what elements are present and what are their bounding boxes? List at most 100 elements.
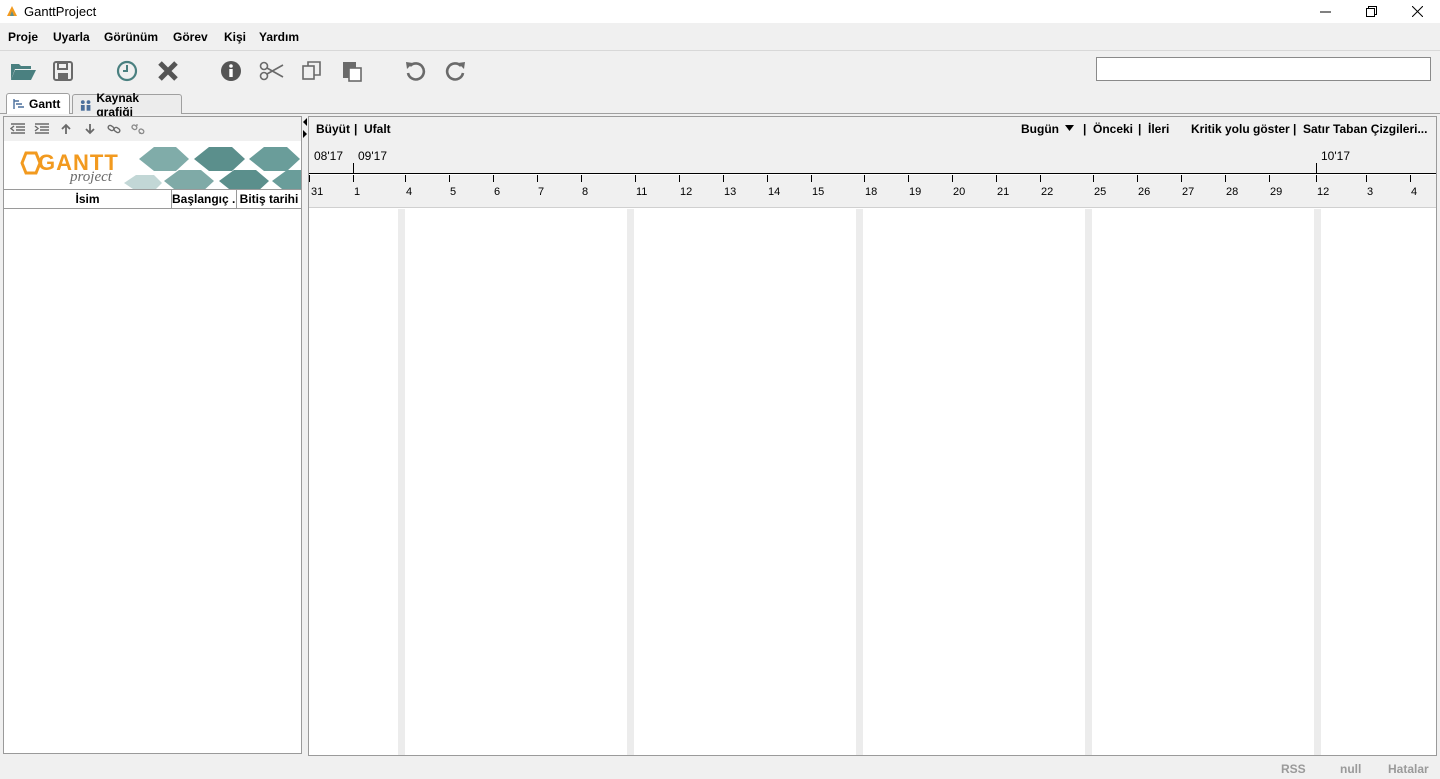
cut-icon[interactable] <box>257 57 287 85</box>
window-title: GanttProject <box>24 4 97 19</box>
rss-link[interactable]: RSS <box>1281 762 1306 776</box>
tab-gantt-label: Gantt <box>29 97 61 111</box>
next-button[interactable]: İleri <box>1148 122 1169 136</box>
errors-link[interactable]: Hatalar <box>1388 762 1429 776</box>
day-label: 26 <box>1138 186 1151 198</box>
day-tick <box>767 175 768 182</box>
task-tree-panel: GANTT project İsim Başlangıç ... Bitiş t… <box>3 116 302 754</box>
day-tick <box>581 175 582 182</box>
separator: | <box>1293 122 1297 136</box>
gantt-chart-panel: Büyüt | Ufalt Bugün | Önceki | İleri Kri… <box>308 116 1437 756</box>
gantt-tab-icon <box>13 99 24 109</box>
day-tick <box>1366 175 1367 182</box>
menu-uyarla[interactable]: Uyarla <box>53 30 90 44</box>
day-tick <box>405 175 406 182</box>
critical-path-button[interactable]: Kritik yolu göster <box>1191 122 1290 136</box>
zoom-out-button[interactable]: Ufalt <box>364 122 391 136</box>
status-null-text: null <box>1340 762 1362 776</box>
day-label: 4 <box>1411 186 1418 198</box>
day-tick <box>1269 175 1270 182</box>
restore-button[interactable] <box>1348 0 1394 23</box>
menu-kisi[interactable]: Kişi <box>224 30 246 44</box>
day-label: 20 <box>953 186 966 198</box>
tab-gantt[interactable]: Gantt <box>6 93 70 114</box>
day-label: 11 <box>636 186 648 198</box>
day-label: 3 <box>1367 186 1374 198</box>
unlink-icon[interactable] <box>128 121 148 137</box>
close-window-button[interactable] <box>1394 0 1440 23</box>
month-divider <box>1316 163 1317 174</box>
day-tick <box>537 175 538 182</box>
month-label: 09'17 <box>358 149 387 163</box>
day-tick <box>1040 175 1041 182</box>
previous-button[interactable]: Önceki <box>1093 122 1133 136</box>
info-icon[interactable] <box>216 57 246 85</box>
menu-gorev[interactable]: Görev <box>173 30 208 44</box>
delete-icon[interactable] <box>153 57 183 85</box>
minimize-button[interactable] <box>1302 0 1348 23</box>
day-tick <box>908 175 909 182</box>
gantt-project-logo: GANTT project <box>4 141 301 189</box>
tab-resource-chart[interactable]: Kaynak grafiği <box>72 91 182 119</box>
app-logo-icon <box>7 6 17 16</box>
column-header-end[interactable]: Bitiş tarihi <box>237 190 301 209</box>
link-icon[interactable] <box>104 121 124 137</box>
month-divider <box>353 163 354 174</box>
outdent-icon[interactable] <box>8 121 28 137</box>
weekend-column <box>627 209 634 755</box>
undo-icon[interactable] <box>400 57 430 85</box>
search-input[interactable] <box>1096 57 1431 81</box>
menu-proje[interactable]: Proje <box>8 30 38 44</box>
day-tick <box>679 175 680 182</box>
tab-resource-label: Kaynak grafiği <box>96 90 140 119</box>
day-label: 18 <box>865 186 878 198</box>
gantt-chart-area[interactable] <box>309 209 1436 755</box>
menu-yardim[interactable]: Yardım <box>259 30 299 44</box>
day-label: 21 <box>997 186 1010 198</box>
day-tick <box>1137 175 1138 182</box>
weekend-column <box>856 209 863 755</box>
indent-icon[interactable] <box>32 121 52 137</box>
day-label: 5 <box>450 186 457 198</box>
menu-gorunum[interactable]: Görünüm <box>104 30 158 44</box>
day-tick <box>864 175 865 182</box>
day-tick <box>996 175 997 182</box>
open-folder-icon[interactable] <box>8 57 38 85</box>
separator: | <box>1138 122 1142 136</box>
baselines-button[interactable]: Satır Taban Çizgileri... <box>1303 122 1427 136</box>
day-label: 12 <box>680 186 693 198</box>
weekend-column <box>398 209 405 755</box>
day-tick <box>723 175 724 182</box>
task-tree-toolbar <box>4 117 301 141</box>
zoom-in-button[interactable]: Büyüt <box>316 122 350 136</box>
today-button[interactable]: Bugün <box>1021 122 1059 136</box>
move-up-icon[interactable] <box>56 121 76 137</box>
chevron-down-icon[interactable] <box>1065 125 1074 131</box>
chart-toolbar: Büyüt | Ufalt Bugün | Önceki | İleri Kri… <box>309 117 1436 141</box>
month-label: 10'17 <box>1321 149 1350 163</box>
clock-icon[interactable] <box>112 57 142 85</box>
task-table-header: İsim Başlangıç ... Bitiş tarihi <box>4 189 301 209</box>
day-tick <box>811 175 812 182</box>
logo-text-sub: project <box>69 169 113 185</box>
move-down-icon[interactable] <box>80 121 100 137</box>
save-icon[interactable] <box>48 57 78 85</box>
paste-icon[interactable] <box>337 57 367 85</box>
day-label: 31 <box>311 186 324 198</box>
day-label: 25 <box>1094 186 1107 198</box>
copy-icon[interactable] <box>297 57 327 85</box>
column-header-start[interactable]: Başlangıç ... <box>172 190 237 209</box>
month-label: 08'17 <box>314 149 343 163</box>
day-label: 4 <box>406 186 413 198</box>
day-tick <box>449 175 450 182</box>
day-tick <box>1093 175 1094 182</box>
day-tick <box>309 175 310 182</box>
day-label: 14 <box>768 186 781 198</box>
weekend-column <box>1085 209 1092 755</box>
separator: | <box>354 122 358 136</box>
separator: | <box>1083 122 1087 136</box>
day-label: 28 <box>1226 186 1239 198</box>
column-header-name[interactable]: İsim <box>4 190 172 209</box>
redo-icon[interactable] <box>441 57 471 85</box>
day-label: 12 <box>1317 186 1330 198</box>
